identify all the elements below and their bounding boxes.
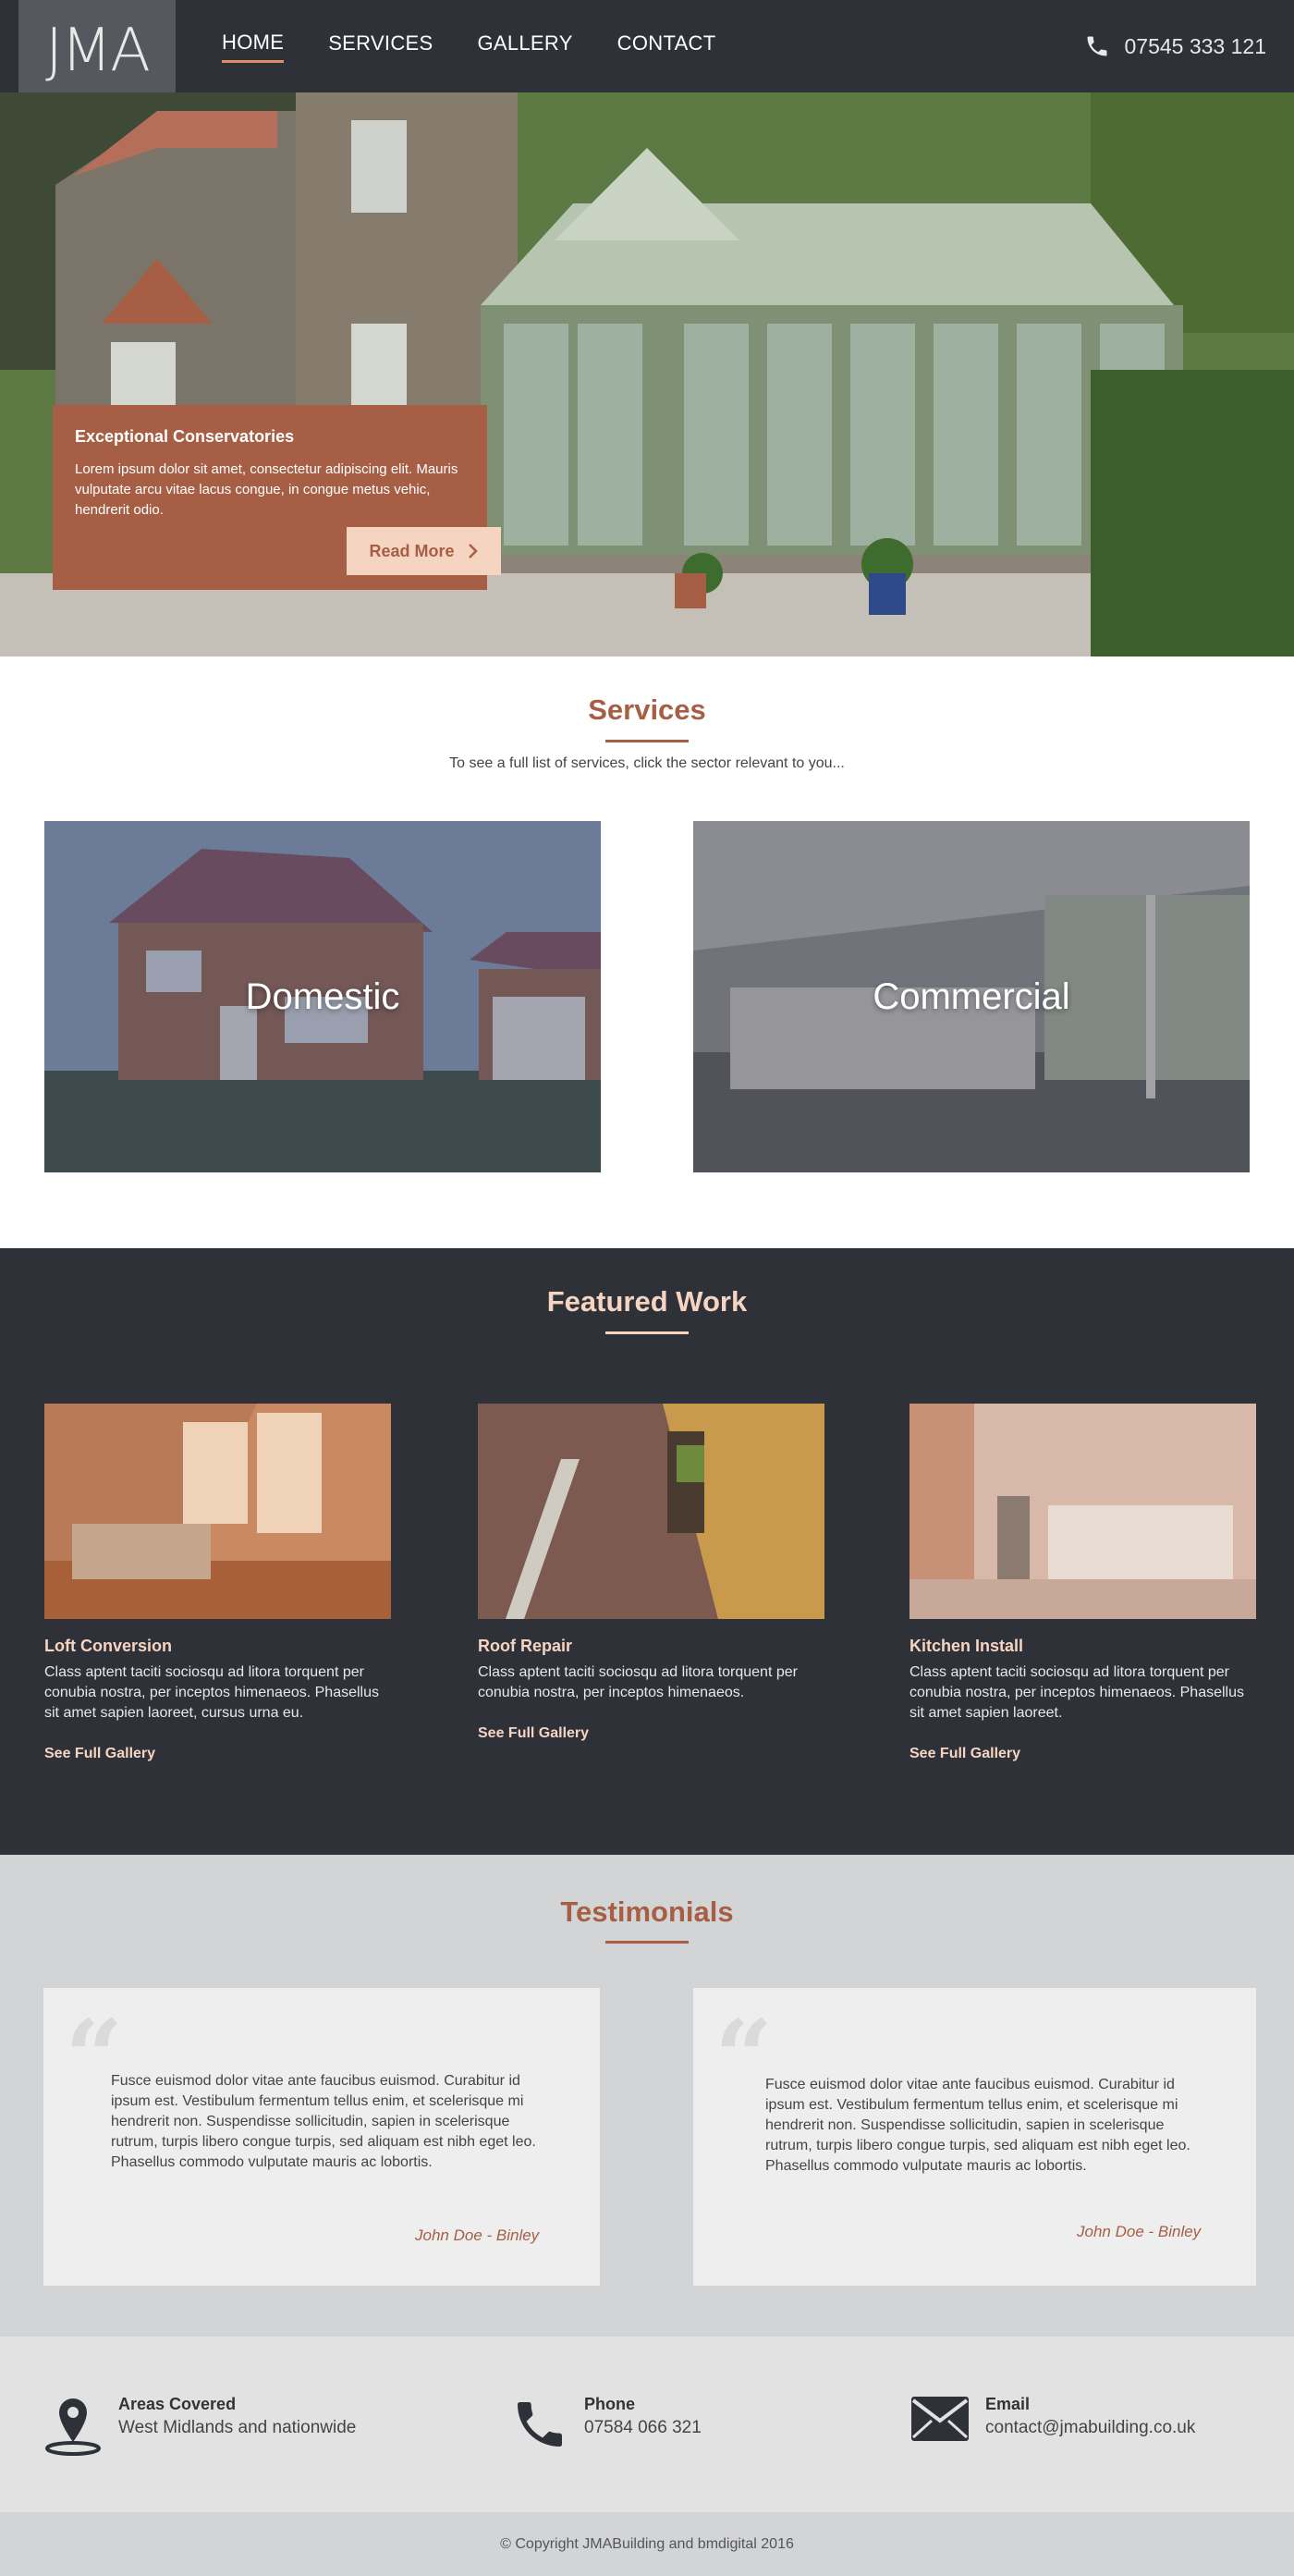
quote-icon: “ xyxy=(714,1997,774,2116)
contact-phone-value: 07584 066 321 xyxy=(584,2418,702,2437)
featured-title-underline xyxy=(605,1331,689,1334)
services-subtitle: To see a full list of services, click th… xyxy=(449,755,845,771)
services-title: Services xyxy=(588,693,706,726)
nav-contact[interactable]: CONTACT xyxy=(617,31,716,61)
testimonials-title: Testimonials xyxy=(560,1895,734,1928)
testimonial-author: John Doe - Binley xyxy=(1077,2223,1202,2240)
read-more-button[interactable]: Read More xyxy=(347,527,501,575)
work-title-kitchen: Kitchen Install xyxy=(909,1637,1024,1655)
footer: © Copyright JMABuilding and bmdigital 20… xyxy=(0,2512,1294,2576)
email-icon xyxy=(911,2397,969,2441)
copyright-text: © Copyright JMABuilding and bmdigital 20… xyxy=(500,2535,794,2552)
nav-gallery[interactable]: GALLERY xyxy=(477,31,572,61)
phone-icon xyxy=(518,2402,562,2447)
header-phone-number: 07545 333 121 xyxy=(1124,33,1267,58)
logo-text: JMA xyxy=(45,17,151,85)
roof-repair-image[interactable] xyxy=(478,1404,824,1619)
read-more-label: Read More xyxy=(369,541,455,560)
main-nav: HOME SERVICES GALLERY CONTACT xyxy=(222,0,715,92)
kitchen-install-image[interactable] xyxy=(909,1404,1256,1619)
work-desc-roof: Class aptent taciti sociosqu ad litora t… xyxy=(478,1664,798,1700)
hero-card-text: Lorem ipsum dolor sit amet, consectetur … xyxy=(75,461,458,518)
nav-services[interactable]: SERVICES xyxy=(328,31,433,61)
hero-card-title: Exceptional Conservatories xyxy=(75,427,295,446)
service-tile-commercial-label: Commercial xyxy=(873,975,1070,1017)
hero-banner: Exceptional Conservatories Lorem ipsum d… xyxy=(0,92,1294,656)
work-title-loft: Loft Conversion xyxy=(44,1637,172,1655)
contact-email-label: Email xyxy=(985,2395,1031,2413)
contact-email-value: contact@jmabuilding.co.uk xyxy=(985,2418,1196,2437)
contact-areas: Areas Covered West Midlands and nationwi… xyxy=(43,2395,356,2456)
header-phone[interactable]: 07545 333 121 xyxy=(1084,0,1267,92)
nav-home[interactable]: HOME xyxy=(222,31,285,63)
phone-icon xyxy=(1087,36,1106,56)
service-tile-commercial[interactable]: Commercial xyxy=(693,821,1250,1172)
service-tile-domestic-label: Domestic xyxy=(245,975,400,1017)
contact-phone[interactable]: Phone 07584 066 321 xyxy=(510,2395,702,2454)
chevron-right-icon xyxy=(468,544,478,558)
services-title-underline xyxy=(605,740,689,742)
site-header: JMA HOME SERVICES GALLERY CONTACT 07545 … xyxy=(0,0,1294,102)
work-link-roof[interactable]: See Full Gallery xyxy=(478,1725,589,1742)
work-link-kitchen[interactable]: See Full Gallery xyxy=(909,1746,1020,1762)
work-desc-kitchen: Class aptent taciti sociosqu ad litora t… xyxy=(909,1664,1244,1721)
contact-email[interactable]: Email contact@jmabuilding.co.uk xyxy=(909,2395,1195,2443)
service-tile-domestic[interactable]: Domestic xyxy=(44,821,601,1172)
featured-title: Featured Work xyxy=(546,1285,748,1318)
work-desc-loft: Class aptent taciti sociosqu ad litora t… xyxy=(44,1664,379,1721)
contact-areas-value: West Midlands and nationwide xyxy=(118,2418,357,2437)
testimonials-title-underline xyxy=(605,1941,689,1944)
testimonial-author: John Doe - Binley xyxy=(415,2226,540,2244)
testimonial-text: Fusce euismod dolor vitae ante faucibus … xyxy=(111,2073,536,2170)
contact-areas-label: Areas Covered xyxy=(118,2395,237,2413)
loft-conversion-image[interactable] xyxy=(44,1404,391,1619)
work-link-loft[interactable]: See Full Gallery xyxy=(44,1746,155,1762)
work-title-roof: Roof Repair xyxy=(478,1637,573,1655)
contact-phone-label: Phone xyxy=(584,2395,636,2413)
logo[interactable]: JMA xyxy=(18,0,176,102)
location-pin-icon xyxy=(45,2398,101,2456)
testimonial-text: Fusce euismod dolor vitae ante faucibus … xyxy=(765,2077,1190,2174)
